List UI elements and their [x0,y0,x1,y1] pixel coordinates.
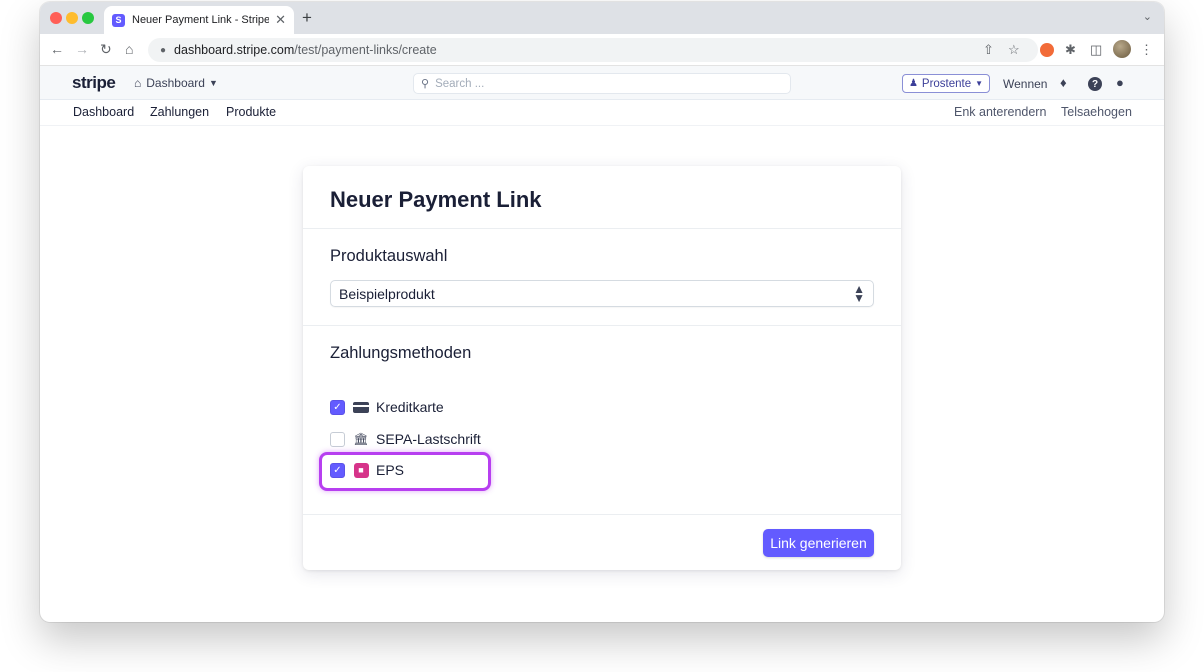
chevron-down-icon: ▼ [208,78,218,88]
tab-title: Neuer Payment Link - Stripe I [132,14,270,26]
sepa-checkbox[interactable] [330,431,345,447]
payment-methods-label: Zahlungsmethoden [330,344,472,362]
payment-method-sepa: 🏛 SEPA-Lastschrift [330,430,481,448]
payment-method-kreditkarte: ✓ Kreditkarte [330,398,444,416]
bank-icon: 🏛 [353,432,369,446]
minimize-window-button[interactable] [66,12,78,24]
payment-method-eps: ✓ ■ EPS [330,461,404,479]
close-icon[interactable]: ✕ [275,12,286,28]
sepa-label: SEPA-Lastschrift [376,431,481,447]
kreditkarte-checkbox[interactable]: ✓ [330,399,345,415]
new-tab-button[interactable]: + [302,8,312,28]
bell-icon[interactable]: ♦ [1060,75,1067,90]
browser-tab[interactable]: S Neuer Payment Link - Stripe I ✕ [104,6,294,34]
page-title: Neuer Payment Link [330,187,542,212]
sub-navigation: Dashboard Zahlungen Produkte Enk anteren… [40,100,1164,126]
nav-item-right-2[interactable]: Telsaehogen [1061,105,1132,119]
environment-label: Prostente [921,77,972,90]
select-caret-icon: ▲ ▼ [853,282,865,305]
reload-icon[interactable]: ↻ [100,41,112,58]
more-menu-icon[interactable]: ⋮ [1140,42,1153,58]
product-select-value: Beispielprodukt [339,285,435,302]
credit-card-icon [353,400,369,414]
eps-label: EPS [376,462,405,478]
user-plus-icon: ♟ [908,78,918,89]
side-panel-icon[interactable]: ◫ [1090,42,1102,58]
url-host: dashboard.stripe.com [174,43,295,57]
share-icon[interactable]: ⇧ [983,42,994,58]
puzzle-icon[interactable]: ✱ [1065,42,1076,58]
eps-icon: ■ [353,462,369,478]
close-window-button[interactable] [50,12,62,24]
address-bar[interactable]: ● dashboard.stripe.com/test/payment-link… [148,38,1038,62]
search-placeholder: Search ... [435,77,485,90]
home-icon[interactable]: ⌂ [125,41,133,57]
home-icon: ⌂ [134,76,142,90]
divider [303,325,901,326]
url-path: /test/payment-links/create [294,43,437,57]
user-icon[interactable]: ● [1116,75,1124,90]
tab-strip: S Neuer Payment Link - Stripe I ✕ + ⌄ [40,2,1164,34]
nav-item-dashboard[interactable]: Dashboard [73,105,134,119]
nav-item-produkte[interactable]: Produkte [226,105,276,119]
account-switcher-label: Dashboard [146,76,205,90]
chevron-down-icon[interactable]: ⌄ [1143,10,1152,23]
stripe-header: stripe ⌂ Dashboard ▼ ⚲ Search ... ♟ Pros… [40,66,1164,100]
kreditkarte-label: Kreditkarte [376,399,444,415]
forward-arrow-icon[interactable]: → [75,41,89,57]
generate-link-button[interactable]: Link generieren [763,529,874,557]
nav-item-right-1[interactable]: Enk anterendern [954,105,1046,119]
eps-checkbox[interactable]: ✓ [330,462,345,478]
nav-item-zahlungen[interactable]: Zahlungen [150,105,209,119]
payment-link-card: Neuer Payment Link Produktauswahl Beispi… [303,166,901,570]
product-select[interactable]: Beispielprodukt ▲ ▼ [330,280,874,307]
help-icon[interactable]: ? [1088,77,1102,91]
account-switcher[interactable]: ⌂ Dashboard ▼ [134,76,218,90]
browser-window: S Neuer Payment Link - Stripe I ✕ + ⌄ ← … [40,2,1164,622]
environment-button[interactable]: ♟ Prostente ▼ [902,74,990,93]
header-link-wennen[interactable]: Wennen [1003,77,1047,91]
browser-toolbar: ← → ↻ ⌂ ● dashboard.stripe.com/test/paym… [40,34,1164,66]
stripe-logo[interactable]: stripe [72,73,116,93]
divider [303,514,901,515]
search-input[interactable]: ⚲ Search ... [413,73,791,94]
search-icon: ⚲ [421,78,430,90]
divider [303,228,901,229]
bookmark-star-icon[interactable]: ☆ [1008,42,1020,58]
maximize-window-button[interactable] [82,12,94,24]
stripe-favicon-icon: S [112,13,125,27]
profile-avatar[interactable] [1113,40,1131,58]
lock-icon: ● [160,44,167,56]
product-section-label: Produktauswahl [330,247,448,265]
extension-icon[interactable] [1040,43,1054,57]
chevron-down-icon: ▼ [975,79,984,88]
back-arrow-icon[interactable]: ← [50,41,64,57]
